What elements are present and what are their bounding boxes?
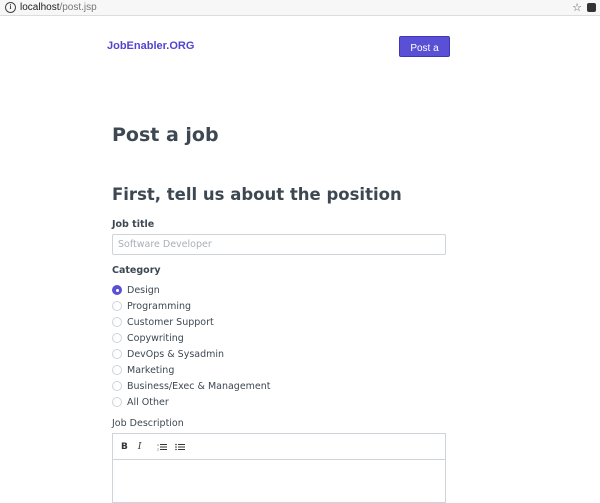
category-option-label: Programming: [127, 300, 192, 312]
editor-toolbar: B I 1 2: [113, 434, 445, 460]
category-option-label: Copywriting: [127, 332, 184, 344]
job-description-editor[interactable]: B I 1 2: [112, 433, 446, 503]
url-host: localhost: [20, 2, 60, 13]
category-option[interactable]: Customer Support: [112, 314, 271, 330]
radio-button[interactable]: [112, 285, 122, 295]
radio-button[interactable]: [112, 381, 122, 391]
italic-button[interactable]: I: [138, 442, 142, 452]
info-icon[interactable]: i: [5, 2, 16, 13]
category-option-label: Marketing: [127, 364, 175, 376]
post-job-button[interactable]: Post a job: [399, 36, 450, 75]
category-option[interactable]: All Other: [112, 394, 271, 410]
radio-button[interactable]: [112, 317, 122, 327]
page-title: Post a job: [112, 124, 219, 146]
category-option-label: DevOps & Sysadmin: [127, 348, 225, 360]
category-option[interactable]: Copywriting: [112, 330, 271, 346]
brand-logo[interactable]: JobEnabler.ORG: [107, 40, 194, 52]
category-label: Category: [112, 265, 161, 276]
category-option-label: Customer Support: [127, 316, 214, 328]
radio-button[interactable]: [112, 365, 122, 375]
category-option-label: All Other: [127, 396, 169, 408]
radio-button[interactable]: [112, 349, 122, 359]
section-title: First, tell us about the position: [112, 185, 402, 204]
radio-button[interactable]: [112, 333, 122, 343]
bookmark-star-icon[interactable]: ☆: [572, 1, 582, 14]
radio-button[interactable]: [112, 397, 122, 407]
category-option[interactable]: Business/Exec & Management: [112, 378, 271, 394]
category-option[interactable]: Design: [112, 282, 271, 298]
category-option[interactable]: Programming: [112, 298, 271, 314]
job-title-label: Job title: [112, 219, 155, 230]
category-option[interactable]: DevOps & Sysadmin: [112, 346, 271, 362]
bold-button[interactable]: B: [121, 442, 128, 452]
url-field[interactable]: localhost/post.jsp: [20, 2, 97, 13]
category-radio-group: Design Programming Customer Support Copywri…: [112, 282, 271, 410]
numbered-list-icon[interactable]: 1 2: [157, 443, 168, 451]
svg-text:2: 2: [157, 447, 159, 451]
extension-icon[interactable]: [587, 3, 596, 12]
category-option-label: Design: [127, 284, 160, 296]
job-title-input[interactable]: [112, 234, 446, 255]
job-description-label: Job Description: [112, 418, 184, 429]
bullet-list-icon[interactable]: [175, 443, 186, 451]
url-path: /post.jsp: [59, 2, 97, 13]
category-option[interactable]: Marketing: [112, 362, 271, 378]
category-option-label: Business/Exec & Management: [127, 380, 271, 392]
browser-address-bar[interactable]: i localhost/post.jsp ☆: [0, 0, 600, 16]
radio-button[interactable]: [112, 301, 122, 311]
svg-text:1: 1: [157, 443, 159, 447]
